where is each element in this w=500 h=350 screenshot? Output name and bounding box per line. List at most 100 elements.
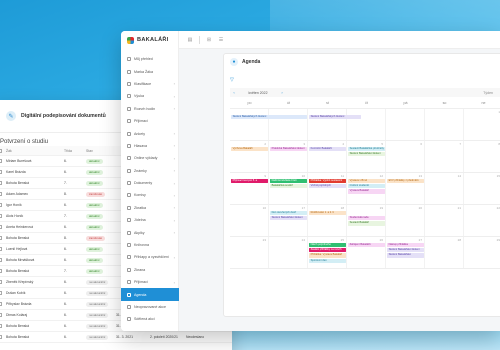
calendar-event[interactable]: Sestavit Bakalářské předměty xyxy=(348,147,385,152)
sidebar-item[interactable]: Agenda xyxy=(121,288,179,301)
calendar-event[interactable]: Bakalářská soutěž xyxy=(270,184,307,189)
row-checkbox[interactable] xyxy=(0,280,2,284)
day-cell[interactable]: 14 xyxy=(425,173,464,204)
day-cell[interactable]: 16 xyxy=(230,205,269,236)
row-checkbox[interactable] xyxy=(0,236,2,240)
view-selector[interactable]: Týden xyxy=(483,91,493,95)
calendar-event[interactable]: Další konzultace Fruit xyxy=(270,179,307,184)
day-cell[interactable]: 28 xyxy=(425,237,464,268)
book-icon[interactable]: ▤ xyxy=(187,37,193,43)
calendar-event[interactable]: Studentská rada xyxy=(348,216,385,221)
day-cell[interactable]: 5 xyxy=(347,141,386,172)
sidebar-item[interactable]: Klasifikace › xyxy=(121,78,179,90)
day-cell[interactable]: 7 xyxy=(425,141,464,172)
sidebar-item[interactable]: Sdělená akci xyxy=(121,313,179,325)
row-checkbox[interactable] xyxy=(0,225,2,229)
row-checkbox[interactable] xyxy=(0,302,2,306)
day-cell[interactable] xyxy=(308,109,347,140)
sidebar-item[interactable]: Jídelna › xyxy=(121,214,179,226)
calendar-event[interactable]: Přijímací test pro 5. a xyxy=(231,179,268,184)
sidebar-item[interactable]: Ankety › xyxy=(121,127,179,139)
day-cell[interactable]: 24 xyxy=(269,237,308,268)
day-cell[interactable]: 4 xyxy=(308,141,347,172)
calendar-event[interactable]: Školení Bakalářské školení xyxy=(387,248,424,253)
row-checkbox[interactable] xyxy=(0,291,2,295)
calendar-event[interactable]: Výchova Bakaláři xyxy=(231,147,268,152)
sidebar-item[interactable]: Zkratka › xyxy=(121,202,179,214)
list-icon[interactable]: ☰ xyxy=(218,37,224,43)
row-checkbox[interactable] xyxy=(0,324,2,328)
sidebar-item[interactable]: Neopravované akce xyxy=(121,301,179,313)
calendar-event[interactable]: Zaslání přihlášky na rozvrh xyxy=(309,248,346,253)
day-cell[interactable]: 3 xyxy=(269,141,308,172)
day-cell[interactable]: 11 xyxy=(308,173,347,204)
column-header[interactable]: Třída xyxy=(64,149,86,153)
row-checkbox[interactable] xyxy=(0,170,2,174)
row-checkbox[interactable] xyxy=(0,313,2,317)
row-checkbox[interactable] xyxy=(0,258,2,262)
day-cell[interactable]: 29 xyxy=(464,237,500,268)
row-checkbox[interactable] xyxy=(0,159,2,163)
sidebar-item[interactable]: Přijímací xyxy=(121,115,179,127)
calendar-event[interactable]: Zahájení Bakalářů xyxy=(348,243,385,248)
sidebar-item[interactable]: Komisy › xyxy=(121,189,179,201)
sidebar-item[interactable]: Známky › xyxy=(121,165,179,177)
row-checkbox[interactable] xyxy=(0,214,2,218)
calendar-event[interactable]: Cvičení studentů xyxy=(348,184,385,189)
calendar-event[interactable]: Nástup přihláška xyxy=(387,243,424,248)
calendar-event[interactable]: Školení Bakalářské školení xyxy=(348,152,385,157)
calendar-event[interactable]: Den otevřených dveří xyxy=(270,211,307,216)
calendar-event[interactable]: Školení Bakalářských školení xyxy=(309,115,362,120)
day-cell[interactable]: 2 xyxy=(230,141,269,172)
day-cell[interactable]: 22 xyxy=(464,205,500,236)
row-checkbox[interactable] xyxy=(0,269,2,273)
calendar-event[interactable]: Výstava v Brně xyxy=(348,179,385,184)
day-cell[interactable]: 1 xyxy=(464,109,500,140)
sidebar-item[interactable]: Přijímací › xyxy=(121,276,179,288)
column-header[interactable]: Stav xyxy=(86,149,116,153)
day-cell[interactable] xyxy=(425,109,464,140)
day-cell[interactable]: 9 xyxy=(230,173,269,204)
app-logo[interactable]: BAKALÁŘI xyxy=(121,31,178,49)
day-cell[interactable]: 15 xyxy=(464,173,500,204)
calendar-event[interactable]: Výstava Bakaláři xyxy=(348,189,385,194)
filter-icon[interactable]: ▽ xyxy=(230,77,234,83)
calendar-event[interactable]: Rodičovské 1. a 2. b xyxy=(309,211,346,216)
sidebar-item[interactable]: Zkrana xyxy=(121,264,179,276)
sidebar-item[interactable]: Přihlapy a vysvědčení › xyxy=(121,251,179,263)
calendar-event[interactable]: Návrh pojízdného xyxy=(309,243,346,248)
prev-month-button[interactable]: ‹ xyxy=(230,90,238,95)
calendar-event[interactable]: Kontrolní Bakalářů xyxy=(309,147,346,152)
select-all-checkbox[interactable] xyxy=(0,148,2,153)
day-cell[interactable]: 21 xyxy=(425,205,464,236)
sidebar-item[interactable]: Marka Žáka xyxy=(121,65,179,77)
day-cell[interactable] xyxy=(269,109,308,140)
row-checkbox[interactable] xyxy=(0,335,2,339)
calendar-event[interactable]: Vrchol pojízdných xyxy=(309,184,346,189)
row-checkbox[interactable] xyxy=(0,203,2,207)
day-cell[interactable]: 23 xyxy=(230,237,269,268)
row-checkbox[interactable] xyxy=(0,247,2,251)
sidebar-item[interactable]: Výuka › xyxy=(121,90,179,102)
day-cell[interactable]: 6 xyxy=(386,141,425,172)
calendar-event[interactable]: Školení Bakalářské školení xyxy=(270,216,307,221)
sidebar-item[interactable]: Hlasava › xyxy=(121,140,179,152)
sidebar-item[interactable]: Online výklady › xyxy=(121,152,179,164)
day-cell[interactable]: 8 xyxy=(464,141,500,172)
next-month-button[interactable]: › xyxy=(278,90,286,95)
day-cell[interactable]: 18 xyxy=(308,205,347,236)
grid-icon[interactable]: ⊞ xyxy=(206,37,212,43)
day-cell[interactable] xyxy=(230,109,269,140)
calendar-event[interactable]: Školení Bakalářských školení xyxy=(231,115,307,120)
calendar-event[interactable]: Sportovní den xyxy=(309,258,346,263)
sidebar-item[interactable]: Knihovna xyxy=(121,239,179,251)
sidebar-item[interactable]: Dokumenty › xyxy=(121,177,179,189)
day-cell[interactable]: 10 xyxy=(269,173,308,204)
day-cell[interactable] xyxy=(386,109,425,140)
day-cell[interactable]: 17 xyxy=(269,205,308,236)
column-header[interactable]: Žák xyxy=(6,149,64,153)
sidebar-item[interactable]: Akplky › xyxy=(121,226,179,238)
day-cell[interactable]: 20 xyxy=(386,205,425,236)
row-checkbox[interactable] xyxy=(0,192,2,196)
row-checkbox[interactable] xyxy=(0,181,2,185)
